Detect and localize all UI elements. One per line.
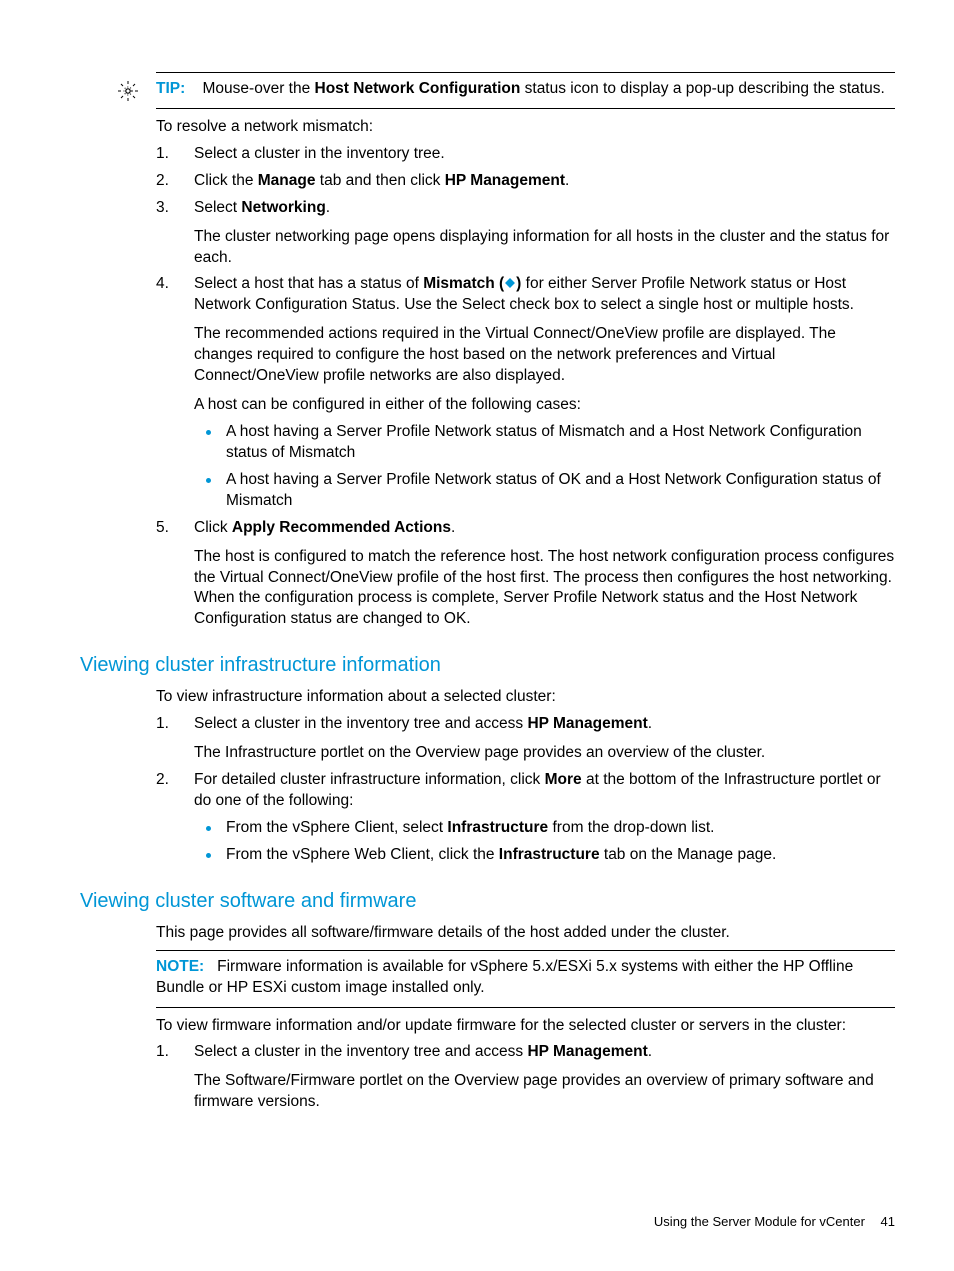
sec1-steps: 1. Select a cluster in the inventory tre… <box>156 714 895 866</box>
step-5-para: The host is configured to match the refe… <box>194 547 895 631</box>
page-number: 41 <box>881 1214 895 1229</box>
tip-label: TIP: <box>156 80 185 97</box>
step-4-bullets: A host having a Server Profile Network s… <box>194 422 895 512</box>
resolve-intro: To resolve a network mismatch: <box>156 117 895 138</box>
step-4: 4. Select a host that has a status of Mi… <box>156 274 895 511</box>
note-callout: NOTE: Firmware information is available … <box>156 950 895 1008</box>
sec2-p2: To view firmware information and/or upda… <box>156 1016 895 1037</box>
step-text: Click the Manage tab and then click HP M… <box>194 172 569 189</box>
step-number: 1. <box>156 1042 184 1063</box>
sec1-step-2: 2. For detailed cluster infrastructure i… <box>156 770 895 866</box>
tip-lightbulb-icon <box>116 79 140 103</box>
tip-bold: Host Network Configuration <box>315 80 521 97</box>
tip-callout: TIP: Mouse-over the Host Network Configu… <box>156 72 895 109</box>
step-text: Select a cluster in the inventory tree. <box>194 145 445 162</box>
step-text: Select a host that has a status of Misma… <box>194 275 854 313</box>
sec1-step-1: 1. Select a cluster in the inventory tre… <box>156 714 895 764</box>
tip-text-pre: Mouse-over the <box>203 80 315 97</box>
step-text: Select a cluster in the inventory tree a… <box>194 715 652 732</box>
step-text: Select Networking. <box>194 199 330 216</box>
bullet-item: A host having a Server Profile Network s… <box>194 470 895 512</box>
step-text: Click Apply Recommended Actions. <box>194 519 455 536</box>
sec2-step-1: 1. Select a cluster in the inventory tre… <box>156 1042 895 1113</box>
resolve-steps: 1. Select a cluster in the inventory tre… <box>156 144 895 630</box>
step-number: 2. <box>156 171 184 192</box>
bullet-item: From the vSphere Web Client, click the I… <box>194 845 895 866</box>
page-footer: Using the Server Module for vCenter 41 <box>80 1213 895 1231</box>
step-number: 2. <box>156 770 184 791</box>
tip-text-post: status icon to display a pop-up describi… <box>520 80 884 97</box>
section-heading-software-firmware: Viewing cluster software and firmware <box>80 888 895 915</box>
step-4-para2: A host can be configured in either of th… <box>194 395 895 416</box>
mismatch-diamond-icon <box>504 277 516 289</box>
sec2-intro: This page provides all software/firmware… <box>156 923 895 944</box>
sec2-step1-para: The Software/Firmware portlet on the Ove… <box>194 1071 895 1113</box>
bullet-item: A host having a Server Profile Network s… <box>194 422 895 464</box>
step-2: 2. Click the Manage tab and then click H… <box>156 171 895 192</box>
sec2-steps: 1. Select a cluster in the inventory tre… <box>156 1042 895 1113</box>
step-number: 5. <box>156 518 184 539</box>
step-number: 3. <box>156 198 184 219</box>
note-text: Firmware information is available for vS… <box>156 958 853 996</box>
step-number: 4. <box>156 274 184 295</box>
step-number: 1. <box>156 714 184 735</box>
sec1-intro: To view infrastructure information about… <box>156 687 895 708</box>
step-3-para: The cluster networking page opens displa… <box>194 227 895 269</box>
step-3: 3. Select Networking. The cluster networ… <box>156 198 895 269</box>
step-text: Select a cluster in the inventory tree a… <box>194 1043 652 1060</box>
sec1-step1-para: The Infrastructure portlet on the Overvi… <box>194 743 895 764</box>
step-1: 1. Select a cluster in the inventory tre… <box>156 144 895 165</box>
step-text: For detailed cluster infrastructure info… <box>194 771 881 809</box>
step-number: 1. <box>156 144 184 165</box>
step-4-para1: The recommended actions required in the … <box>194 324 895 387</box>
footer-text: Using the Server Module for vCenter <box>654 1214 865 1229</box>
section-heading-infrastructure: Viewing cluster infrastructure informati… <box>80 652 895 679</box>
sec1-step2-bullets: From the vSphere Client, select Infrastr… <box>194 818 895 866</box>
bullet-item: From the vSphere Client, select Infrastr… <box>194 818 895 839</box>
document-page: TIP: Mouse-over the Host Network Configu… <box>0 0 954 1271</box>
note-label: NOTE: <box>156 958 204 975</box>
step-5: 5. Click Apply Recommended Actions. The … <box>156 518 895 631</box>
